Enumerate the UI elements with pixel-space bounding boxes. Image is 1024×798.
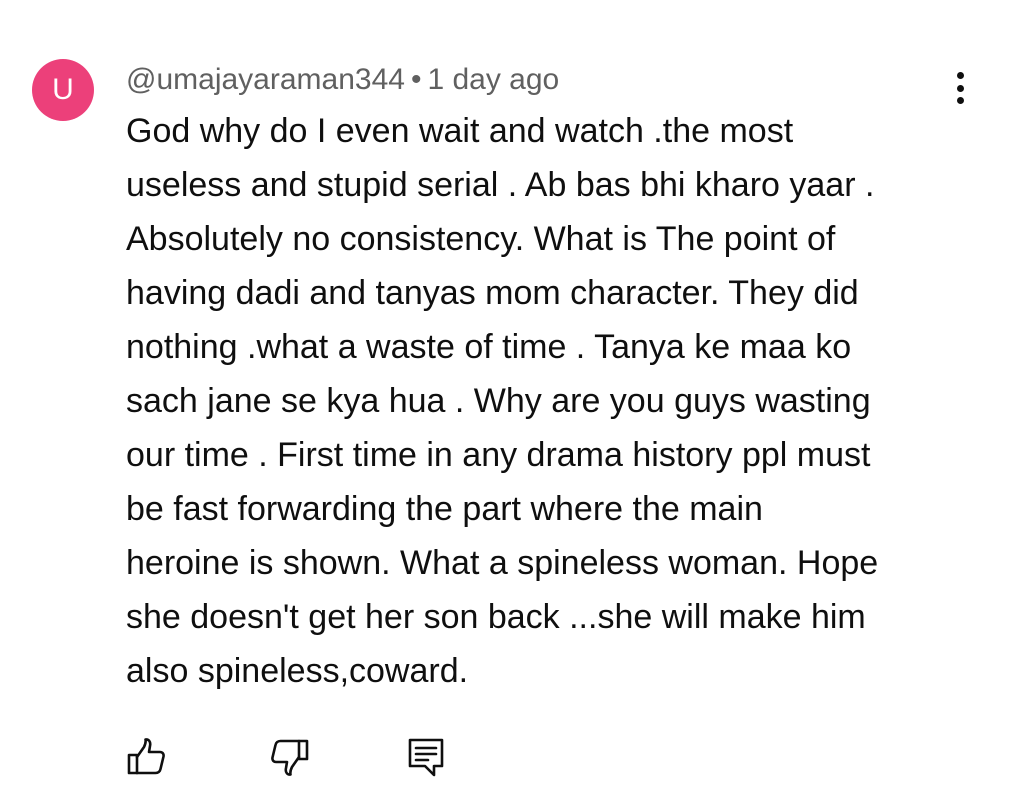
like-button[interactable] (124, 735, 168, 779)
comment-timestamp: 1 day ago (427, 63, 560, 96)
menu-dot (956, 72, 964, 79)
more-vertical-icon[interactable] (945, 68, 975, 108)
comment-header: @umajayaraman344 • 1 day ago (126, 60, 559, 100)
avatar[interactable]: U (32, 59, 94, 121)
reply-button[interactable] (404, 735, 448, 779)
author-handle[interactable]: @umajayaraman344 (126, 63, 405, 96)
comment-text: God why do I even wait and watch .the mo… (126, 112, 879, 690)
comment-card: U @umajayaraman344 • 1 day ago God why do … (0, 0, 1024, 798)
menu-dot (956, 84, 964, 92)
reply-comment-icon (408, 738, 444, 777)
dislike-button[interactable] (268, 735, 312, 779)
thumbs-down-icon (271, 739, 309, 776)
thumbs-up-icon (127, 738, 165, 775)
meta-separator: • (410, 63, 422, 96)
menu-dot (956, 97, 964, 104)
